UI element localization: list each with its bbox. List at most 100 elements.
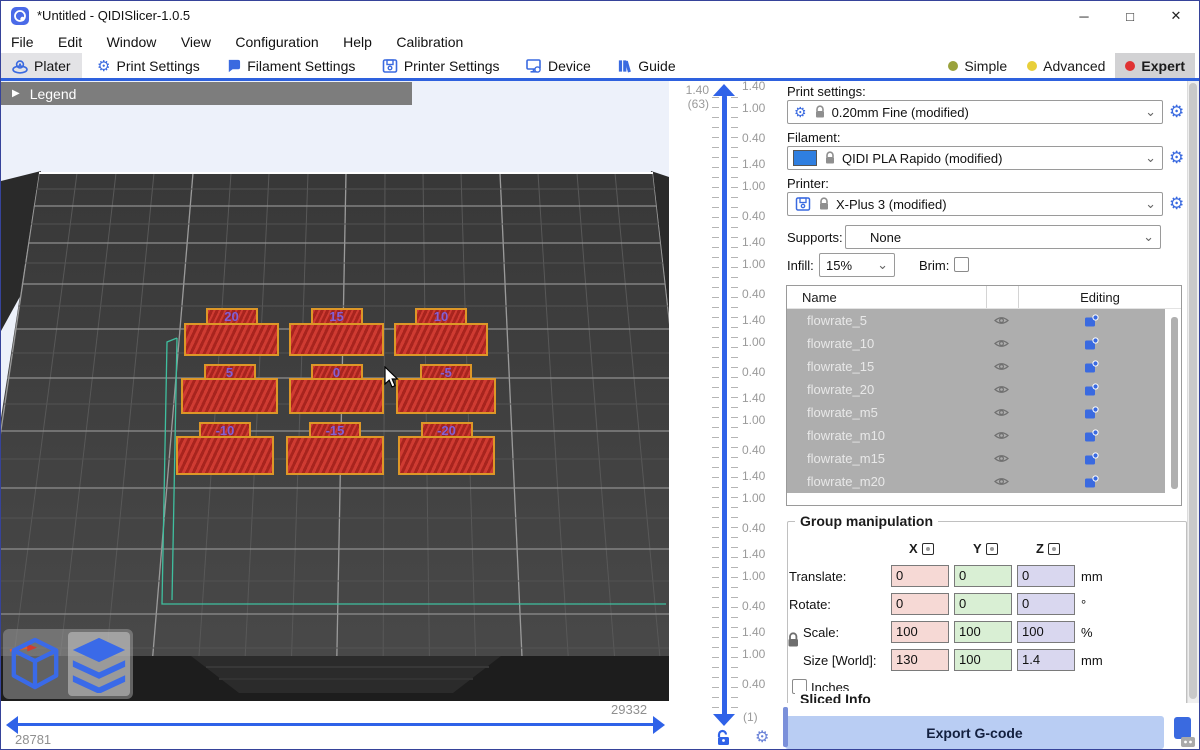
gcode-slider-right-thumb[interactable] — [653, 716, 665, 734]
gcode-slider-track[interactable] — [17, 723, 655, 726]
object-row[interactable]: flowrate_m5 — [787, 401, 1165, 424]
eye-icon[interactable] — [986, 338, 1017, 349]
slider-settings-gear-icon[interactable]: ⚙ — [755, 727, 769, 747]
eye-icon[interactable] — [986, 476, 1017, 487]
menu-item[interactable]: Help — [333, 31, 382, 50]
object-row[interactable]: flowrate_m20 — [787, 470, 1165, 493]
unlock-icon[interactable] — [715, 729, 731, 746]
minimize-button[interactable]: ─ — [1061, 1, 1107, 31]
translate-z-field[interactable]: 0 — [1017, 565, 1075, 587]
tab-printer-settings[interactable]: Printer Settings — [371, 53, 511, 78]
column-visibility[interactable] — [986, 286, 1018, 308]
tab-guide[interactable]: Guide — [606, 53, 686, 78]
flowrate-patch[interactable]: 0 — [289, 364, 384, 414]
eye-icon[interactable] — [986, 315, 1017, 326]
translate-x-field[interactable]: 0 — [891, 565, 949, 587]
maximize-button[interactable]: □ — [1107, 1, 1153, 31]
print-settings-combo[interactable]: ⚙ 0.20mm Fine (modified) ⌄ — [787, 100, 1163, 124]
edit-settings-icon[interactable] — [1017, 452, 1165, 466]
eye-icon[interactable] — [986, 453, 1017, 464]
edit-settings-icon[interactable] — [1017, 337, 1165, 351]
filament-gear-button[interactable]: ⚙ — [1169, 148, 1184, 168]
flowrate-patch[interactable]: 5 — [181, 364, 278, 414]
menu-item[interactable]: Configuration — [225, 31, 328, 50]
filament-combo[interactable]: QIDI PLA Rapido (modified) ⌄ — [787, 146, 1163, 170]
sidebar-left-scroll-thumb[interactable] — [783, 707, 788, 747]
editor-view-button[interactable] — [4, 632, 66, 696]
flowrate-patch[interactable]: -20 — [398, 422, 495, 475]
object-name[interactable]: flowrate_5 — [787, 313, 986, 328]
export-gcode-button[interactable]: Export G-code — [785, 716, 1164, 749]
object-row[interactable]: flowrate_5 — [787, 309, 1165, 332]
flowrate-patch[interactable]: -15 — [286, 422, 384, 475]
close-button[interactable]: ✕ — [1153, 1, 1199, 31]
rotate-z-field[interactable]: 0 — [1017, 593, 1075, 615]
mode-advanced[interactable]: Advanced — [1017, 53, 1115, 78]
eye-icon[interactable] — [986, 430, 1017, 441]
menu-item[interactable]: Calibration — [386, 31, 473, 50]
scale-x-field[interactable]: 100 — [891, 621, 949, 643]
viewport-3d[interactable]: ▶ Legend 20 15 10 5 — [1, 81, 669, 701]
size-y-field[interactable]: 100 — [954, 649, 1012, 671]
menu-item[interactable]: Window — [97, 31, 167, 50]
eye-icon[interactable] — [986, 407, 1017, 418]
object-row[interactable]: flowrate_m10 — [787, 424, 1165, 447]
edit-settings-icon[interactable] — [1017, 314, 1165, 328]
menu-item[interactable]: File — [1, 31, 44, 50]
object-row[interactable]: flowrate_15 — [787, 355, 1165, 378]
column-editing[interactable]: Editing — [1018, 286, 1181, 308]
rotate-x-field[interactable]: 0 — [891, 593, 949, 615]
object-name[interactable]: flowrate_m15 — [787, 451, 986, 466]
object-name[interactable]: flowrate_20 — [787, 382, 986, 397]
layer-slider-upper-thumb[interactable] — [713, 84, 735, 96]
object-row[interactable]: flowrate_20 — [787, 378, 1165, 401]
axis-marker-icon[interactable] — [986, 543, 998, 555]
export-to-sd-button[interactable] — [1168, 714, 1198, 750]
mode-simple[interactable]: Simple — [938, 53, 1017, 78]
rotate-y-field[interactable]: 0 — [954, 593, 1012, 615]
tab-plater[interactable]: Plater — [1, 53, 82, 78]
object-name[interactable]: flowrate_m5 — [787, 405, 986, 420]
flowrate-patch[interactable]: -10 — [176, 422, 274, 475]
flowrate-patch[interactable]: -5 — [396, 364, 496, 414]
eye-icon[interactable] — [986, 361, 1017, 372]
tab-device[interactable]: Device — [515, 53, 602, 78]
object-name[interactable]: flowrate_15 — [787, 359, 986, 374]
eye-icon[interactable] — [986, 384, 1017, 395]
object-name[interactable]: flowrate_m10 — [787, 428, 986, 443]
object-row[interactable]: flowrate_m15 — [787, 447, 1165, 470]
layer-slider-track[interactable] — [722, 95, 727, 721]
flowrate-patch[interactable]: 20 — [184, 308, 279, 356]
brim-checkbox[interactable] — [954, 257, 969, 272]
scale-z-field[interactable]: 100 — [1017, 621, 1075, 643]
flowrate-patch[interactable]: 15 — [289, 308, 384, 356]
tab-filament-settings[interactable]: Filament Settings — [215, 53, 366, 78]
preview-view-button[interactable] — [68, 632, 130, 696]
print-settings-gear-button[interactable]: ⚙ — [1169, 102, 1184, 122]
tab-print-settings[interactable]: ⚙ Print Settings — [86, 53, 211, 78]
object-list-scrollbar[interactable] — [1171, 317, 1178, 489]
printer-combo[interactable]: X-Plus 3 (modified) ⌄ — [787, 192, 1163, 216]
flowrate-patch[interactable]: 10 — [394, 308, 488, 356]
size-z-field[interactable]: 1.4 — [1017, 649, 1075, 671]
column-name[interactable]: Name — [787, 290, 986, 305]
sidebar-scrollbar-thumb[interactable] — [1189, 83, 1197, 699]
edit-settings-icon[interactable] — [1017, 429, 1165, 443]
infill-combo[interactable]: 15% ⌄ — [819, 253, 895, 277]
translate-y-field[interactable]: 0 — [954, 565, 1012, 587]
menu-item[interactable]: View — [171, 31, 221, 50]
menu-item[interactable]: Edit — [48, 31, 92, 50]
scale-y-field[interactable]: 100 — [954, 621, 1012, 643]
axis-marker-icon[interactable] — [1048, 543, 1060, 555]
supports-combo[interactable]: None ⌄ — [845, 225, 1161, 249]
scale-lock-icon[interactable] — [786, 631, 801, 648]
edit-settings-icon[interactable] — [1017, 406, 1165, 420]
layer-slider-lower-thumb[interactable] — [713, 714, 735, 726]
edit-settings-icon[interactable] — [1017, 475, 1165, 489]
axis-marker-icon[interactable] — [922, 543, 934, 555]
edit-settings-icon[interactable] — [1017, 360, 1165, 374]
legend-bar[interactable]: ▶ Legend — [1, 82, 412, 105]
size-x-field[interactable]: 130 — [891, 649, 949, 671]
printer-gear-button[interactable]: ⚙ — [1169, 194, 1184, 214]
object-name[interactable]: flowrate_m20 — [787, 474, 986, 489]
